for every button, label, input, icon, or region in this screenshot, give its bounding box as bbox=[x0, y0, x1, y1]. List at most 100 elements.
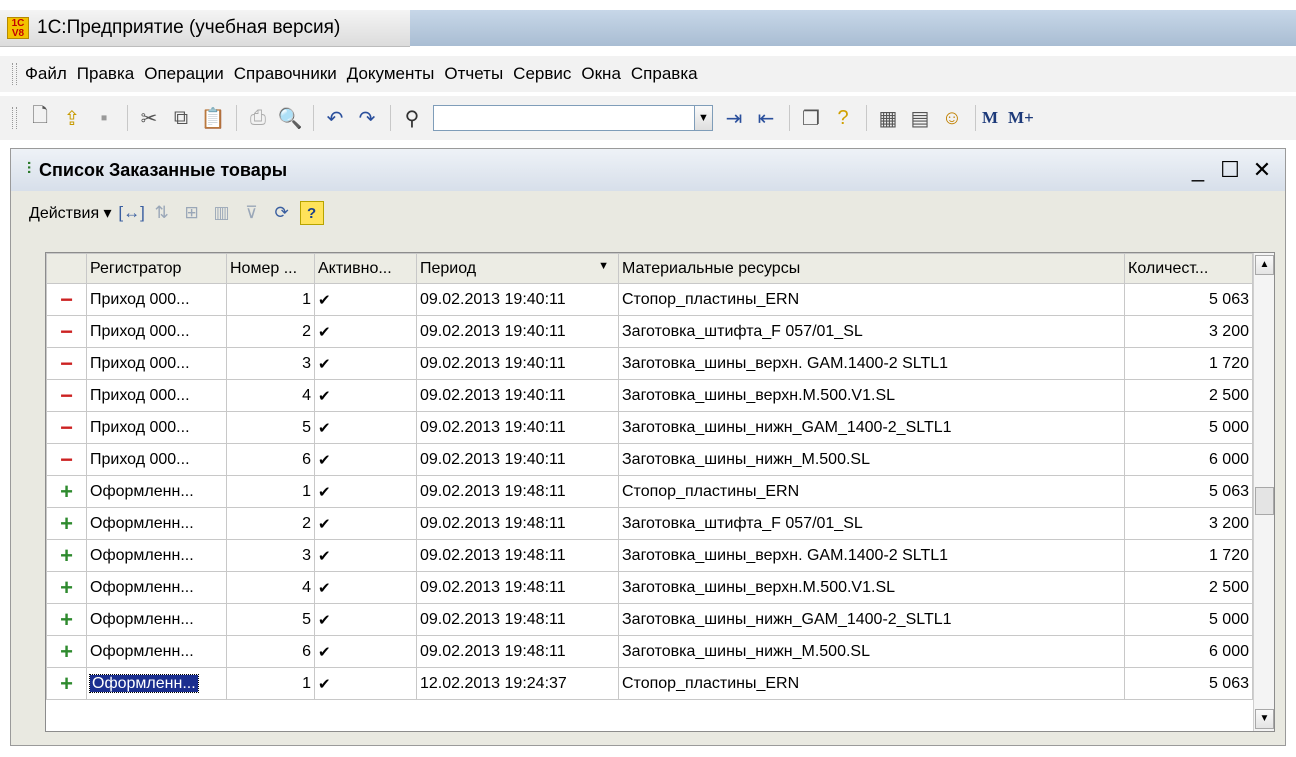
cell-active-check-icon[interactable]: ✔ bbox=[314, 315, 417, 348]
cell-resource[interactable]: Заготовка_штифта_F 057/01_SL bbox=[618, 507, 1125, 540]
cell-period[interactable]: 09.02.2013 19:40:11 bbox=[416, 283, 619, 316]
memory-mplus-button[interactable]: M+ bbox=[1008, 108, 1034, 128]
cell-resource[interactable]: Заготовка_шины_верхн.M.500.V1.SL bbox=[618, 571, 1125, 604]
cell-registrar[interactable]: Приход 000... bbox=[86, 283, 227, 316]
actions-menu-button[interactable]: Действия ▾ bbox=[29, 203, 112, 223]
menu-service[interactable]: Сервис bbox=[513, 64, 571, 84]
help-1c-icon[interactable]: ? bbox=[828, 103, 858, 133]
cell-number[interactable]: 5 bbox=[226, 411, 315, 444]
cell-active-check-icon[interactable]: ✔ bbox=[314, 443, 417, 476]
column-header-period[interactable]: Период ▼ bbox=[416, 253, 619, 284]
row-movement-sign-icon[interactable]: − bbox=[46, 347, 87, 380]
save-icon[interactable]: ▪ bbox=[89, 103, 119, 133]
cell-number[interactable]: 5 bbox=[226, 603, 315, 636]
row-movement-sign-icon[interactable]: − bbox=[46, 443, 87, 476]
row-movement-sign-icon[interactable]: − bbox=[46, 315, 87, 348]
cell-period[interactable]: 12.02.2013 19:24:37 bbox=[416, 667, 619, 700]
table-row[interactable]: + Оформленн... 1 ✔ 09.02.2013 19:48:11 Стопор… bbox=[46, 475, 1253, 508]
scroll-up-icon[interactable]: ▲ bbox=[1255, 255, 1274, 275]
cell-resource[interactable]: Заготовка_шины_верхн. GAM.1400-2 SLTL1 bbox=[618, 539, 1125, 572]
cell-number[interactable]: 4 bbox=[226, 379, 315, 412]
cell-registrar[interactable]: Оформленн... bbox=[86, 507, 227, 540]
cell-resource[interactable]: Заготовка_шины_верхн.M.500.V1.SL bbox=[618, 379, 1125, 412]
copy-icon[interactable]: ⧉ bbox=[166, 103, 196, 133]
cell-quantity[interactable]: 5 063 bbox=[1124, 667, 1253, 700]
cell-number[interactable]: 3 bbox=[226, 347, 315, 380]
cell-period[interactable]: 09.02.2013 19:40:11 bbox=[416, 315, 619, 348]
find-next-icon[interactable]: ⇥ bbox=[719, 103, 749, 133]
search-dropdown-chevron-down-icon[interactable]: ▼ bbox=[695, 105, 713, 131]
cell-number[interactable]: 6 bbox=[226, 635, 315, 668]
table-row[interactable]: − Приход 000... 4 ✔ 09.02.2013 19:40:11 Загот… bbox=[46, 379, 1253, 412]
cell-active-check-icon[interactable]: ✔ bbox=[314, 475, 417, 508]
cell-number[interactable]: 2 bbox=[226, 315, 315, 348]
menu-file[interactable]: Файл bbox=[25, 64, 67, 84]
cell-active-check-icon[interactable]: ✔ bbox=[314, 507, 417, 540]
scroll-down-icon[interactable]: ▼ bbox=[1255, 709, 1274, 729]
cell-registrar[interactable]: Оформленн... bbox=[86, 667, 227, 700]
minimize-icon[interactable]: _ bbox=[1185, 157, 1211, 183]
scroll-thumb[interactable] bbox=[1255, 487, 1274, 515]
cell-registrar[interactable]: Приход 000... bbox=[86, 443, 227, 476]
cell-resource[interactable]: Заготовка_шины_нижн_M.500.SL bbox=[618, 443, 1125, 476]
maximize-icon[interactable]: ☐ bbox=[1217, 157, 1243, 183]
redo-icon[interactable]: ↷ bbox=[352, 103, 382, 133]
cell-resource[interactable]: Заготовка_шины_нижн_M.500.SL bbox=[618, 635, 1125, 668]
cell-registrar[interactable]: Оформленн... bbox=[86, 571, 227, 604]
cell-resource[interactable]: Заготовка_шины_верхн. GAM.1400-2 SLTL1 bbox=[618, 347, 1125, 380]
cell-number[interactable]: 6 bbox=[226, 443, 315, 476]
cell-registrar[interactable]: Оформленн... bbox=[86, 635, 227, 668]
cell-period[interactable]: 09.02.2013 19:48:11 bbox=[416, 571, 619, 604]
cell-active-check-icon[interactable]: ✔ bbox=[314, 571, 417, 604]
cell-registrar[interactable]: Приход 000... bbox=[86, 411, 227, 444]
cell-number[interactable]: 3 bbox=[226, 539, 315, 572]
cell-quantity[interactable]: 6 000 bbox=[1124, 443, 1253, 476]
cell-resource[interactable]: Заготовка_шины_нижн_GAM_1400-2_SLTL1 bbox=[618, 603, 1125, 636]
column-header-registrar[interactable]: Регистратор bbox=[86, 253, 227, 284]
cell-active-check-icon[interactable]: ✔ bbox=[314, 379, 417, 412]
cell-active-check-icon[interactable]: ✔ bbox=[314, 347, 417, 380]
cell-active-check-icon[interactable]: ✔ bbox=[314, 411, 417, 444]
undo-icon[interactable]: ↶ bbox=[320, 103, 350, 133]
register-table[interactable]: Регистратор Номер ... Активно... Период ▼… bbox=[45, 252, 1275, 732]
column-header-quantity[interactable]: Количест... bbox=[1124, 253, 1253, 284]
cell-period[interactable]: 09.02.2013 19:40:11 bbox=[416, 411, 619, 444]
cell-period[interactable]: 09.02.2013 19:48:11 bbox=[416, 539, 619, 572]
row-movement-sign-icon[interactable]: + bbox=[46, 475, 87, 508]
table-row[interactable]: + Оформленн... 5 ✔ 09.02.2013 19:48:11 Загото… bbox=[46, 603, 1253, 636]
cell-registrar[interactable]: Оформленн... bbox=[86, 475, 227, 508]
row-movement-sign-icon[interactable]: − bbox=[46, 283, 87, 316]
column-header-resources[interactable]: Материальные ресурсы bbox=[618, 253, 1125, 284]
table-row[interactable]: − Приход 000... 1 ✔ 09.02.2013 19:40:11 Стопо… bbox=[46, 283, 1253, 316]
preview-icon[interactable]: 🔍 bbox=[275, 103, 305, 133]
print-icon[interactable]: ⎙ bbox=[243, 103, 273, 133]
row-movement-sign-icon[interactable]: + bbox=[46, 571, 87, 604]
menu-documents[interactable]: Документы bbox=[347, 64, 435, 84]
cell-quantity[interactable]: 2 500 bbox=[1124, 571, 1253, 604]
menu-catalogs[interactable]: Справочники bbox=[234, 64, 337, 84]
cell-resource[interactable]: Заготовка_штифта_F 057/01_SL bbox=[618, 315, 1125, 348]
cell-quantity[interactable]: 5 063 bbox=[1124, 283, 1253, 316]
cell-quantity[interactable]: 6 000 bbox=[1124, 635, 1253, 668]
find-previous-icon[interactable]: ⇤ bbox=[751, 103, 781, 133]
filter-icon[interactable]: ⊞ bbox=[180, 200, 204, 226]
fit-width-icon[interactable]: [↔] bbox=[118, 200, 144, 226]
row-movement-sign-icon[interactable]: + bbox=[46, 603, 87, 636]
cell-active-check-icon[interactable]: ✔ bbox=[314, 667, 417, 700]
row-movement-sign-icon[interactable]: + bbox=[46, 507, 87, 540]
cell-resource[interactable]: Стопор_пластины_ERN bbox=[618, 283, 1125, 316]
windows-icon[interactable]: ❐ bbox=[796, 103, 826, 133]
menu-reports[interactable]: Отчеты bbox=[444, 64, 503, 84]
menu-operations[interactable]: Операции bbox=[144, 64, 224, 84]
cell-resource[interactable]: Заготовка_шины_нижн_GAM_1400-2_SLTL1 bbox=[618, 411, 1125, 444]
binoculars-icon[interactable]: ⚲ bbox=[397, 103, 427, 133]
cell-resource[interactable]: Стопор_пластины_ERN bbox=[618, 667, 1125, 700]
row-movement-sign-icon[interactable]: + bbox=[46, 667, 87, 700]
cell-quantity[interactable]: 5 000 bbox=[1124, 603, 1253, 636]
cut-icon[interactable]: ✂ bbox=[134, 103, 164, 133]
cell-period[interactable]: 09.02.2013 19:48:11 bbox=[416, 475, 619, 508]
cell-number[interactable]: 1 bbox=[226, 283, 315, 316]
cell-active-check-icon[interactable]: ✔ bbox=[314, 635, 417, 668]
clear-filter-icon[interactable]: ⊽ bbox=[240, 200, 264, 226]
table-row[interactable]: − Приход 000... 3 ✔ 09.02.2013 19:40:11 Загот… bbox=[46, 347, 1253, 380]
